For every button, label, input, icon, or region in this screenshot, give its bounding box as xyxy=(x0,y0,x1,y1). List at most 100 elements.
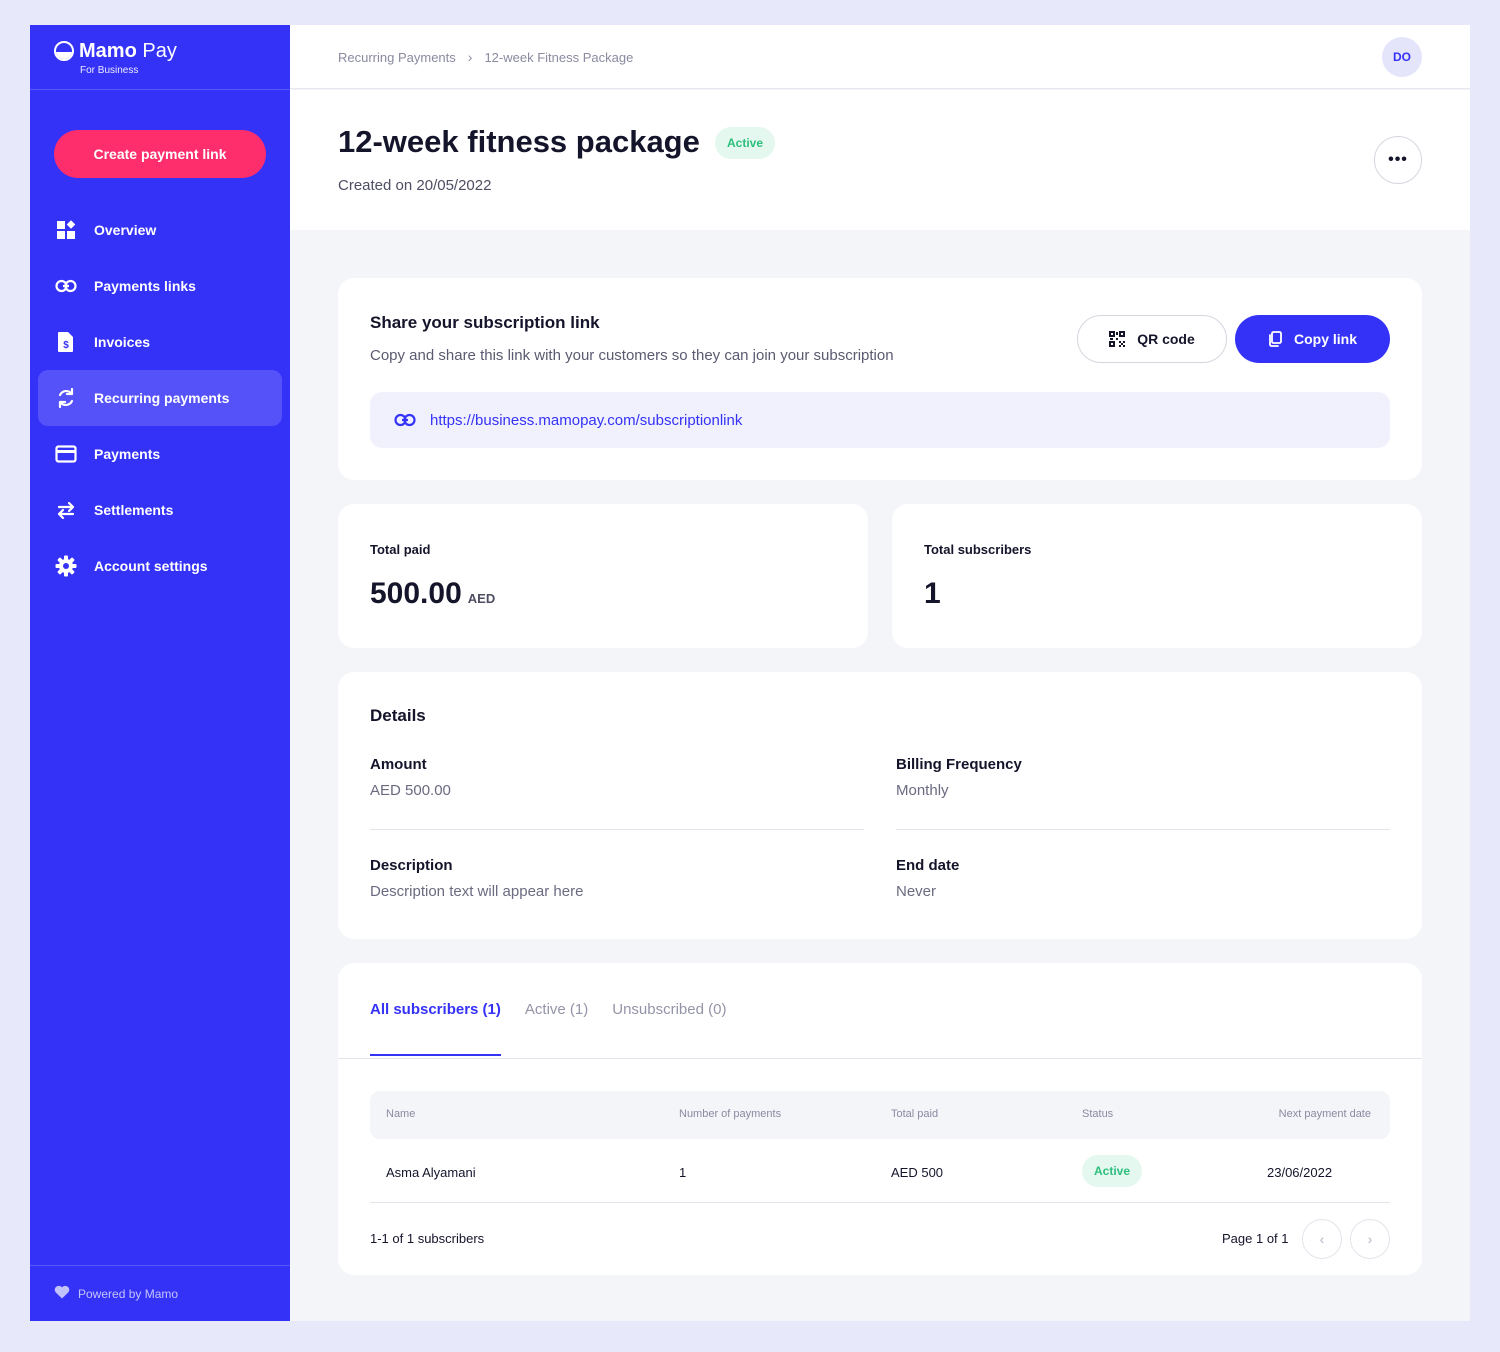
total-subscribers-card: Total subscribers 1 xyxy=(892,504,1422,648)
breadcrumb-item-current: 12-week Fitness Package xyxy=(484,49,634,65)
description-value: Description text will appear here xyxy=(370,883,584,900)
powered-by-text: Powered by Mamo xyxy=(78,1286,179,1301)
sidebar-item-label: Recurring payments xyxy=(94,390,230,406)
avatar[interactable]: DO xyxy=(1382,37,1422,77)
breadcrumb-item-recurring-payments[interactable]: Recurring Payments xyxy=(338,50,456,65)
sidebar-item-invoices[interactable]: $ Invoices xyxy=(38,314,282,370)
brand-subtitle: For Business xyxy=(80,65,139,76)
amount-label: Amount xyxy=(370,756,427,773)
invoice-icon: $ xyxy=(54,330,78,354)
share-link-card: Share your subscription link Copy and sh… xyxy=(338,278,1422,480)
details-divider xyxy=(370,829,864,830)
tab-unsubscribed[interactable]: Unsubscribed (0) xyxy=(612,1001,726,1056)
brand-name: Mamo Pay xyxy=(79,40,177,62)
qr-code-button[interactable]: QR code xyxy=(1077,315,1227,363)
qr-code-label: QR code xyxy=(1137,331,1195,347)
total-paid-card: Total paid 500.00 AED xyxy=(338,504,868,648)
sidebar-item-label: Payments xyxy=(94,446,161,462)
sidebar-item-settlements[interactable]: Settlements xyxy=(38,482,282,538)
column-header-name: Name xyxy=(386,1108,416,1120)
tab-all-subscribers[interactable]: All subscribers (1) xyxy=(370,1001,501,1056)
total-paid-amount: 500.00 xyxy=(370,577,462,610)
sidebar-item-label: Account settings xyxy=(94,558,208,574)
link-icon xyxy=(54,274,78,298)
breadcrumb: Recurring Payments › 12-week Fitness Pac… xyxy=(338,49,633,65)
gear-icon xyxy=(54,554,78,578)
subscriber-count: 1-1 of 1 subscribers xyxy=(370,1231,485,1246)
app-frame: Mamo Pay For Business Create payment lin… xyxy=(30,25,1470,1321)
sidebar: Mamo Pay For Business Create payment lin… xyxy=(30,25,290,1321)
status-badge: Active xyxy=(1082,1155,1143,1187)
powered-by: Powered by Mamo xyxy=(54,1285,178,1302)
sidebar-item-label: Invoices xyxy=(94,334,151,350)
sidebar-item-account-settings[interactable]: Account settings xyxy=(38,538,282,594)
cell-name: Asma Alyamani xyxy=(386,1165,476,1180)
billing-frequency-label: Billing Frequency xyxy=(896,756,1022,773)
sidebar-item-label: Payments links xyxy=(94,278,196,294)
sidebar-item-label: Overview xyxy=(94,222,157,238)
tab-active[interactable]: Active (1) xyxy=(525,1001,588,1056)
subscription-link[interactable]: https://business.mamopay.com/subscriptio… xyxy=(430,412,742,429)
total-paid-currency: AED xyxy=(467,591,496,606)
end-date-field: End date Never xyxy=(896,857,1390,900)
sidebar-item-payment-links[interactable]: Payments links xyxy=(38,258,282,314)
create-payment-link-button[interactable]: Create payment link xyxy=(54,130,266,178)
total-subscribers-label: Total subscribers xyxy=(924,542,1032,557)
sidebar-item-overview[interactable]: Overview xyxy=(38,202,282,258)
sidebar-divider xyxy=(30,89,290,90)
end-date-value: Never xyxy=(896,883,937,900)
column-header-number-of-payments: Number of payments xyxy=(679,1108,782,1120)
topbar: Recurring Payments › 12-week Fitness Pac… xyxy=(290,25,1470,89)
page-title: 12-week fitness package xyxy=(338,124,700,159)
details-divider xyxy=(896,829,1390,830)
details-title: Details xyxy=(370,706,426,725)
share-description: Copy and share this link with your custo… xyxy=(370,347,894,364)
next-page-button[interactable]: › xyxy=(1350,1219,1390,1259)
description-label: Description xyxy=(370,857,453,874)
tabs-divider xyxy=(338,1058,1422,1059)
billing-frequency-field: Billing Frequency Monthly xyxy=(896,756,1390,799)
subscription-link-box: https://business.mamopay.com/subscriptio… xyxy=(370,392,1390,448)
subscribers-card: All subscribers (1) Active (1) Unsubscri… xyxy=(338,963,1422,1275)
billing-frequency-value: Monthly xyxy=(896,782,949,799)
sidebar-item-recurring-payments[interactable]: Recurring payments xyxy=(38,370,282,426)
amount-field: Amount AED 500.00 xyxy=(370,756,864,799)
main-content: Recurring Payments › 12-week Fitness Pac… xyxy=(290,25,1470,1321)
svg-text:$: $ xyxy=(63,340,69,351)
status-badge: Active xyxy=(715,127,776,159)
sidebar-item-label: Settlements xyxy=(94,502,174,518)
cell-next-payment-date: 23/06/2022 xyxy=(1267,1165,1333,1180)
end-date-label: End date xyxy=(896,857,960,874)
share-title: Share your subscription link xyxy=(370,313,600,332)
copy-link-label: Copy link xyxy=(1293,331,1357,347)
column-header-total-paid: Total paid xyxy=(891,1108,939,1120)
amount-value: AED 500.00 xyxy=(370,782,451,799)
cell-number-of-payments: 1 xyxy=(679,1165,687,1180)
copy-link-button[interactable]: Copy link xyxy=(1235,315,1390,363)
mamo-logo-icon xyxy=(54,41,74,61)
sidebar-nav: Overview Payments links $ Invoices Recur… xyxy=(38,202,282,594)
cell-total-paid: AED 500 xyxy=(891,1165,944,1180)
table-header: Name Number of payments Total paid Statu… xyxy=(370,1091,1390,1139)
total-paid-label: Total paid xyxy=(370,542,431,557)
heart-icon xyxy=(54,1285,70,1302)
sidebar-item-payments[interactable]: Payments xyxy=(38,426,282,482)
subscriber-tabs: All subscribers (1) Active (1) Unsubscri… xyxy=(370,1001,750,1056)
created-date: Created on 20/05/2022 xyxy=(338,177,492,194)
qr-code-icon xyxy=(1109,331,1126,347)
more-options-button[interactable]: ••• xyxy=(1374,136,1422,184)
chevron-right-icon: › xyxy=(467,49,473,65)
total-paid-value: 500.00 AED xyxy=(370,577,495,611)
details-card: Details Amount AED 500.00 Billing Freque… xyxy=(338,672,1422,939)
pagination-info: Page 1 of 1 xyxy=(1222,1231,1289,1246)
previous-page-button[interactable]: ‹ xyxy=(1302,1219,1342,1259)
overview-grid-icon xyxy=(54,218,78,242)
brand-logo[interactable]: Mamo Pay For Business xyxy=(54,39,177,76)
total-subscribers-value: 1 xyxy=(924,577,941,610)
card-icon xyxy=(54,442,78,466)
recurring-icon xyxy=(54,386,78,410)
description-field: Description Description text will appear… xyxy=(370,857,864,900)
table-row[interactable]: Asma Alyamani 1 AED 500 Active 23/06/202… xyxy=(370,1147,1390,1203)
transfer-arrows-icon xyxy=(54,498,78,522)
link-icon xyxy=(394,413,416,427)
